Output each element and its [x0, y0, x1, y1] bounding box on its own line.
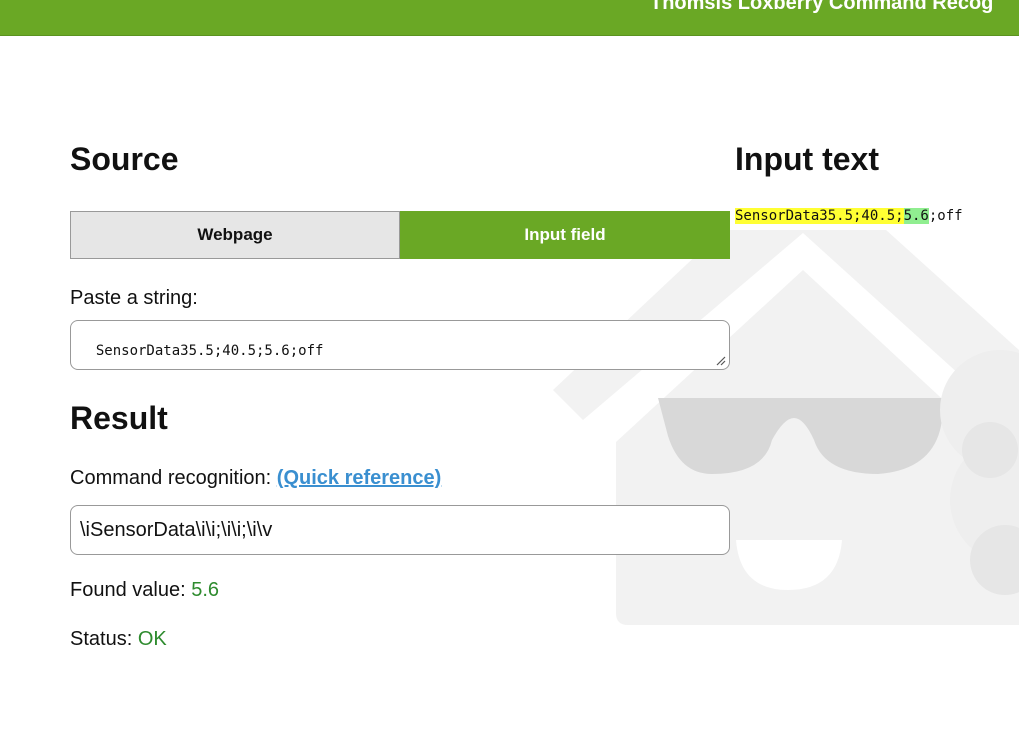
status-value: OK: [137, 628, 167, 650]
paste-label: Paste a string:: [70, 287, 198, 309]
result-heading: Result: [70, 400, 168, 436]
command-recognition-label: Command recognition: (Quick reference): [70, 467, 441, 490]
source-toggle: Webpage Input field: [70, 211, 730, 259]
status-label: Status:: [70, 628, 133, 650]
resize-grip-icon[interactable]: [716, 356, 726, 366]
input-text-value-segment: 5.6: [903, 208, 929, 224]
loxberry-logo-watermark: [553, 230, 1019, 625]
command-recognition-text: Command recognition:: [70, 467, 272, 489]
input-text-preview: SensorData35.5;40.5;5.6;off: [735, 208, 963, 224]
found-value-label: Found value:: [70, 579, 186, 601]
paste-string-textarea[interactable]: SensorData35.5;40.5;5.6;off: [70, 320, 730, 370]
found-value: 5.6: [191, 579, 220, 601]
top-bar: Thomsis Loxberry Command Recog: [0, 0, 1019, 36]
source-option-input-field[interactable]: Input field: [400, 211, 730, 259]
source-heading: Source: [70, 141, 179, 177]
source-option-webpage[interactable]: Webpage: [70, 211, 400, 259]
input-text-match-segment: SensorData35.5;40.5;: [735, 208, 904, 224]
paste-string-value: SensorData35.5;40.5;5.6;off: [95, 343, 324, 359]
app-title: Thomsis Loxberry Command Recog: [650, 0, 994, 14]
input-text-rest-segment: ;off: [928, 208, 963, 224]
status-row: Status: OK: [70, 628, 167, 651]
quick-reference-link[interactable]: (Quick reference): [277, 467, 442, 489]
input-text-heading: Input text: [735, 141, 879, 177]
command-recognition-input[interactable]: \iSensorData\i\i;\i\i;\i\v: [70, 505, 730, 555]
found-value-row: Found value: 5.6: [70, 579, 219, 602]
